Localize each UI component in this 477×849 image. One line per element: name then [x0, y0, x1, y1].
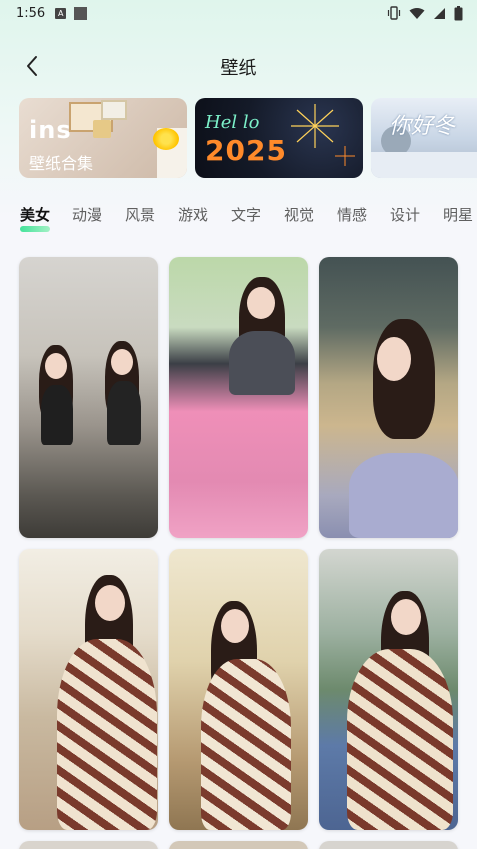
wallpaper-card[interactable] — [19, 257, 158, 538]
signal-icon — [434, 7, 445, 19]
figure-outfit — [41, 385, 73, 445]
wallpaper-card[interactable] — [19, 841, 158, 849]
status-icons — [387, 5, 463, 21]
tab-text[interactable]: 文字 — [231, 204, 261, 225]
figure-face — [391, 599, 421, 635]
tab-visual[interactable]: 视觉 — [284, 204, 314, 225]
figure-outfit — [229, 331, 295, 395]
figure-face — [45, 353, 67, 379]
banner-ins-collection[interactable]: ins 壁纸合集 — [19, 98, 187, 178]
decor-snow — [371, 152, 477, 178]
tab-scenery[interactable]: 风景 — [125, 204, 155, 225]
banner-winter-text: 你好冬 — [389, 114, 456, 139]
figure-face — [111, 349, 133, 375]
wifi-icon — [409, 7, 425, 19]
wallpaper-card[interactable] — [319, 549, 458, 830]
figure-hair — [373, 319, 435, 439]
figure-face — [221, 609, 249, 643]
wallpaper-card[interactable] — [319, 841, 458, 849]
banner-2025[interactable]: Hel lo 2025 — [195, 98, 363, 178]
banner-winter[interactable]: 你好冬 — [371, 98, 477, 178]
figure-face — [95, 585, 125, 621]
decor-sticker — [93, 120, 111, 138]
tab-games[interactable]: 游戏 — [178, 204, 208, 225]
wallpaper-card[interactable] — [19, 549, 158, 830]
header: 壁纸 — [0, 46, 477, 86]
wallpaper-grid — [19, 257, 459, 849]
banner-carousel[interactable]: ins 壁纸合集 Hel lo 2025 你好冬 — [19, 98, 477, 178]
tab-celebrity[interactable]: 明星 — [443, 204, 473, 225]
banner-ins-logo: ins — [29, 116, 72, 144]
active-tab-indicator — [20, 226, 50, 232]
category-tabs: 美女 动漫 风景 游戏 文字 视觉 情感 设计 明星 — [0, 204, 477, 234]
banner-hello-text: Hel lo — [205, 112, 260, 133]
figure-outfit — [107, 381, 141, 445]
tab-design[interactable]: 设计 — [390, 204, 420, 225]
wallpaper-card[interactable] — [169, 549, 308, 830]
notification-square-icon — [74, 6, 88, 20]
banner-year-text: 2025 — [205, 134, 287, 167]
tab-emotion[interactable]: 情感 — [337, 204, 367, 225]
figure-face — [377, 337, 411, 381]
figure-face — [247, 287, 275, 319]
wallpaper-card[interactable] — [169, 257, 308, 538]
battery-icon — [454, 5, 463, 20]
notification-a-icon: A — [55, 7, 67, 19]
vibrate-icon — [387, 6, 401, 20]
decor-flowers — [153, 128, 179, 150]
figure-outfit — [201, 659, 291, 830]
wallpaper-card[interactable] — [169, 841, 308, 849]
figure-outfit — [347, 649, 453, 830]
status-time: 1:56 — [16, 5, 46, 21]
figure-outfit — [57, 639, 157, 830]
wallpaper-card[interactable] — [319, 257, 458, 538]
tab-beauty[interactable]: 美女 — [20, 204, 50, 225]
figure-outfit — [349, 453, 458, 538]
page-title: 壁纸 — [220, 58, 257, 79]
decor-frame — [101, 100, 127, 120]
tab-anime[interactable]: 动漫 — [72, 204, 102, 225]
banner-ins-subtitle: 壁纸合集 — [29, 154, 94, 173]
status-bar: 1:56 A — [0, 0, 477, 26]
